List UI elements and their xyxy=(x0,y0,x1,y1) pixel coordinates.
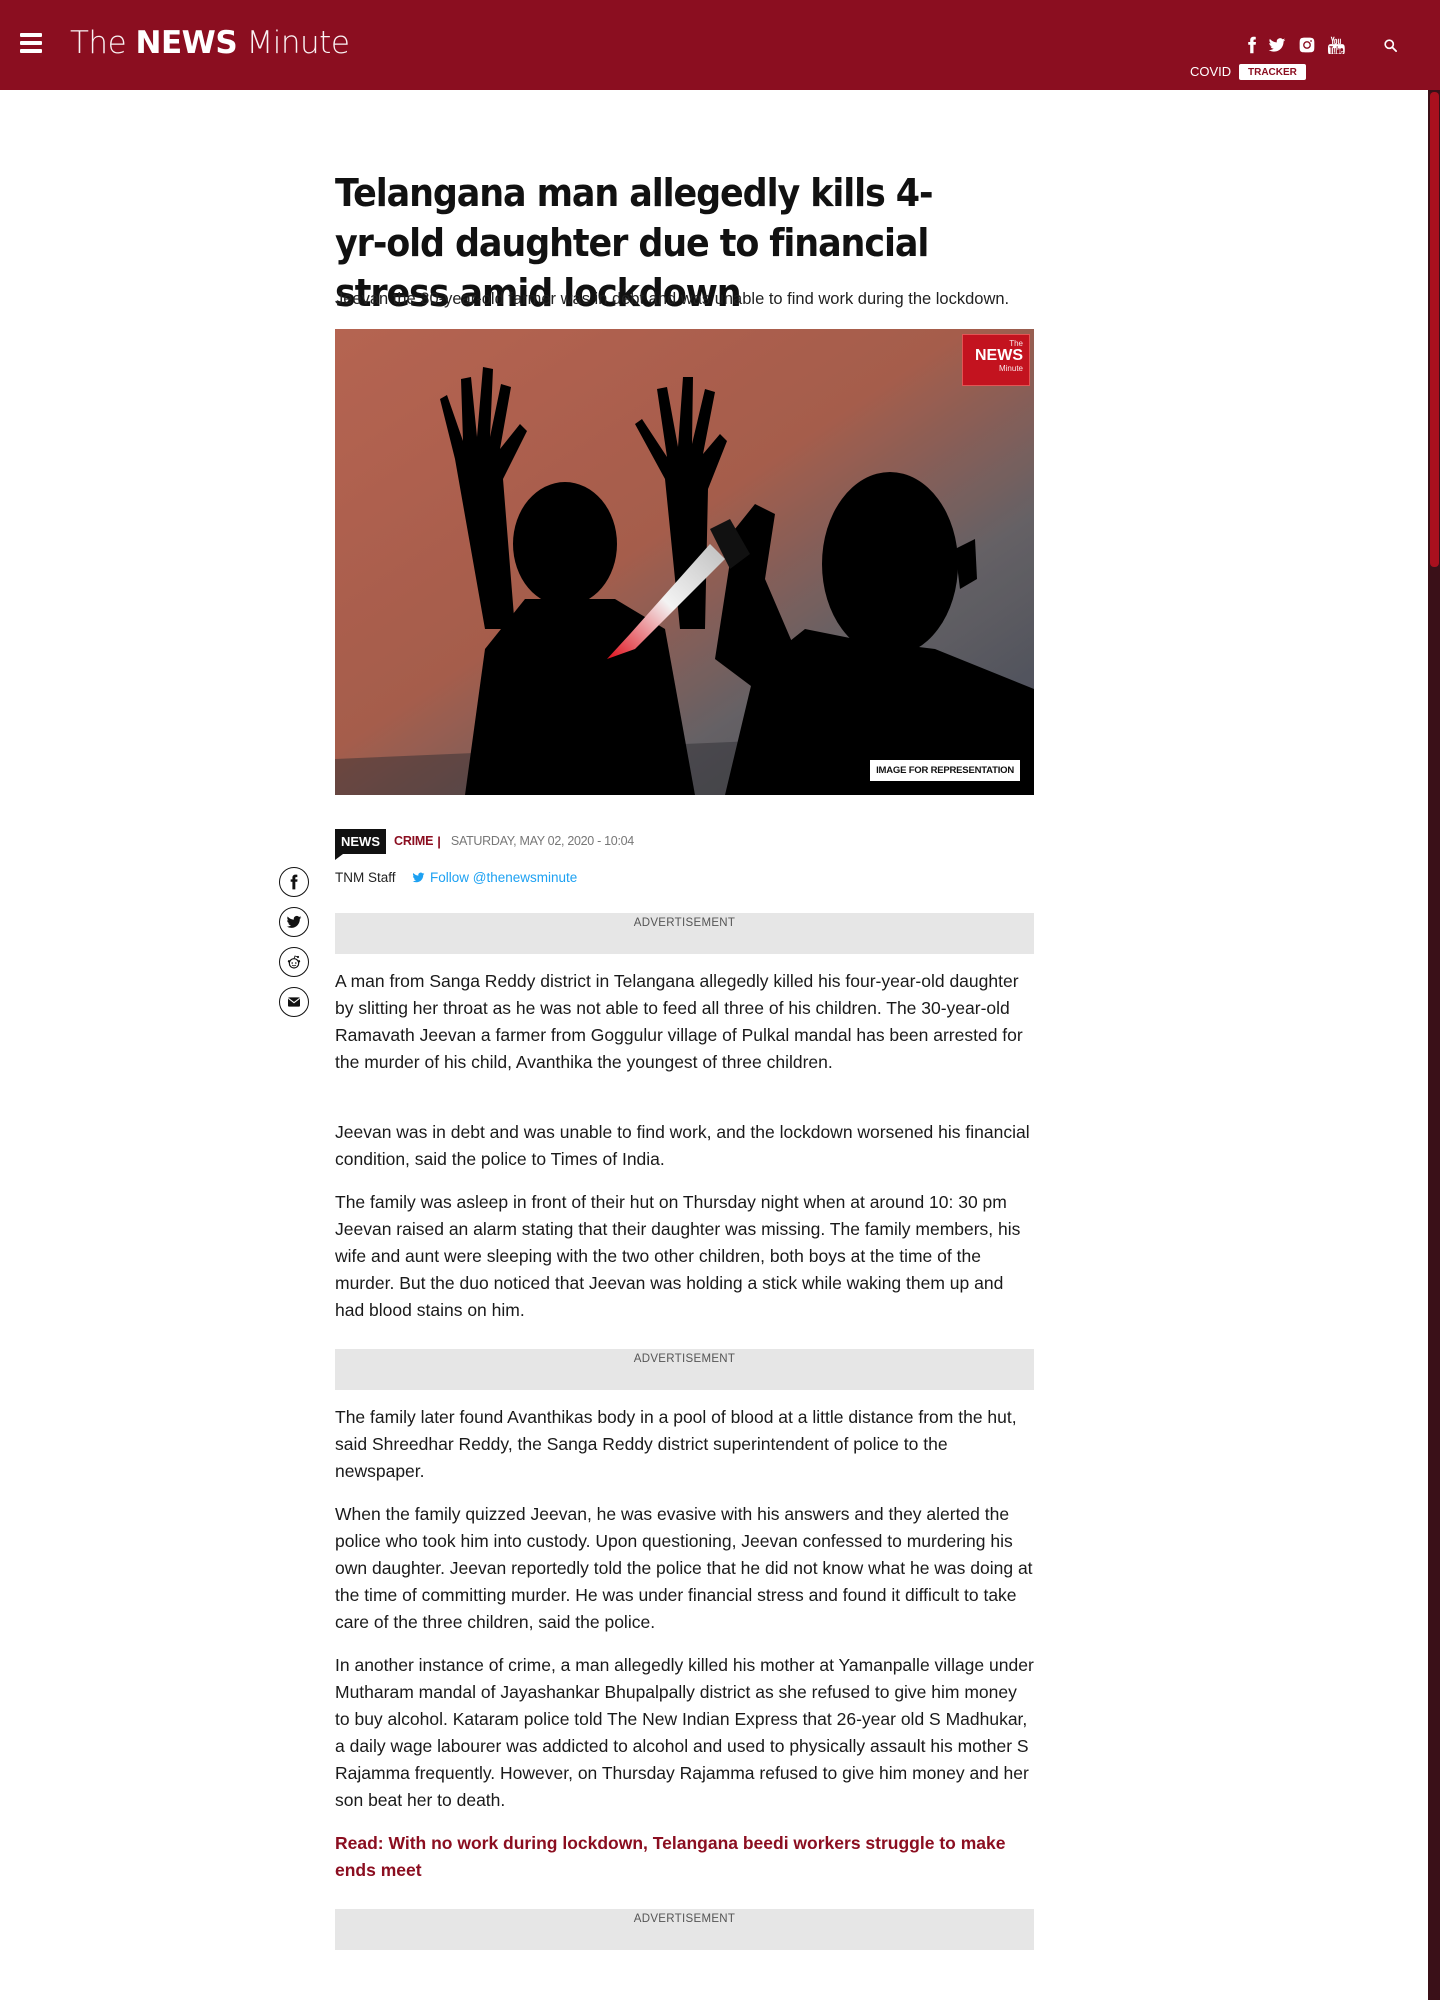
article-subhead: Jeevan the 30-year-old farmer was in deb… xyxy=(335,290,1010,308)
logo-the: The xyxy=(70,25,127,61)
category-link[interactable]: CRIME xyxy=(394,834,433,848)
twitter-icon xyxy=(412,872,425,883)
advertisement-slot: ADVERTISEMENT xyxy=(335,1909,1034,1950)
search-icon[interactable] xyxy=(1380,35,1402,57)
author-name[interactable]: TNM Staff xyxy=(335,870,396,885)
news-badge[interactable]: NEWS xyxy=(335,828,386,860)
twitter-icon[interactable] xyxy=(1266,34,1288,56)
facebook-icon[interactable] xyxy=(1241,34,1263,56)
article-paragraph: The family was asleep in front of their … xyxy=(335,1192,1021,1320)
hero-image: The NEWS Minute IMAGE FOR REPRESENTATION xyxy=(335,329,1034,795)
scrollbar-thumb[interactable] xyxy=(1430,92,1439,567)
article-paragraph: A man from Sanga Reddy district in Telan… xyxy=(335,971,1023,1072)
hamburger-menu-icon[interactable] xyxy=(20,33,42,53)
watermark-the: The xyxy=(1009,339,1023,348)
covid-tracker-button[interactable]: TRACKER xyxy=(1239,64,1306,80)
article-paragraph: The family later found Avanthikas body i… xyxy=(335,1407,1017,1481)
tracker-live-dot xyxy=(1300,66,1303,69)
image-caption: IMAGE FOR REPRESENTATION xyxy=(870,760,1020,781)
follow-twitter-link[interactable]: Follow @thenewsminute xyxy=(412,870,577,885)
article-meta: NEWS CRIME | SATURDAY, MAY 02, 2020 - 10… xyxy=(335,826,634,860)
logo-minute: Minute xyxy=(246,25,350,61)
reddit-share-icon[interactable] xyxy=(279,947,309,977)
article-paragraph: In another instance of crime, a man alle… xyxy=(335,1655,1034,1810)
news-minute-watermark: The NEWS Minute xyxy=(962,334,1030,386)
watermark-minute: Minute xyxy=(998,364,1023,373)
advertisement-slot: ADVERTISEMENT xyxy=(335,1349,1034,1390)
covid-label: COVID xyxy=(1190,64,1232,79)
instagram-icon[interactable] xyxy=(1296,34,1318,56)
publish-date: SATURDAY, MAY 02, 2020 - 10:04 xyxy=(450,834,634,848)
logo-news: NEWS xyxy=(135,25,238,61)
watermark-news: NEWS xyxy=(975,347,1023,364)
site-header: The NEWS Minute COVID TRACKER xyxy=(0,0,1440,90)
follow-label: Follow @thenewsminute xyxy=(430,870,578,885)
facebook-share-icon[interactable] xyxy=(279,867,309,897)
twitter-share-icon[interactable] xyxy=(279,907,309,937)
article-paragraph: Jeevan was in debt and was unable to fin… xyxy=(335,1122,1030,1169)
advertisement-slot: ADVERTISEMENT xyxy=(335,913,1034,954)
article-paragraph: When the family quizzed Jeevan, he was e… xyxy=(335,1504,1033,1632)
email-share-icon[interactable] xyxy=(279,987,309,1017)
hero-illustration xyxy=(335,329,1034,795)
meta-separator: | xyxy=(437,833,441,849)
site-logo[interactable]: The NEWS Minute xyxy=(70,25,350,61)
related-article-link[interactable]: Read: With no work during lockdown, Tela… xyxy=(335,1830,1035,1884)
youtube-icon[interactable] xyxy=(1325,34,1347,56)
